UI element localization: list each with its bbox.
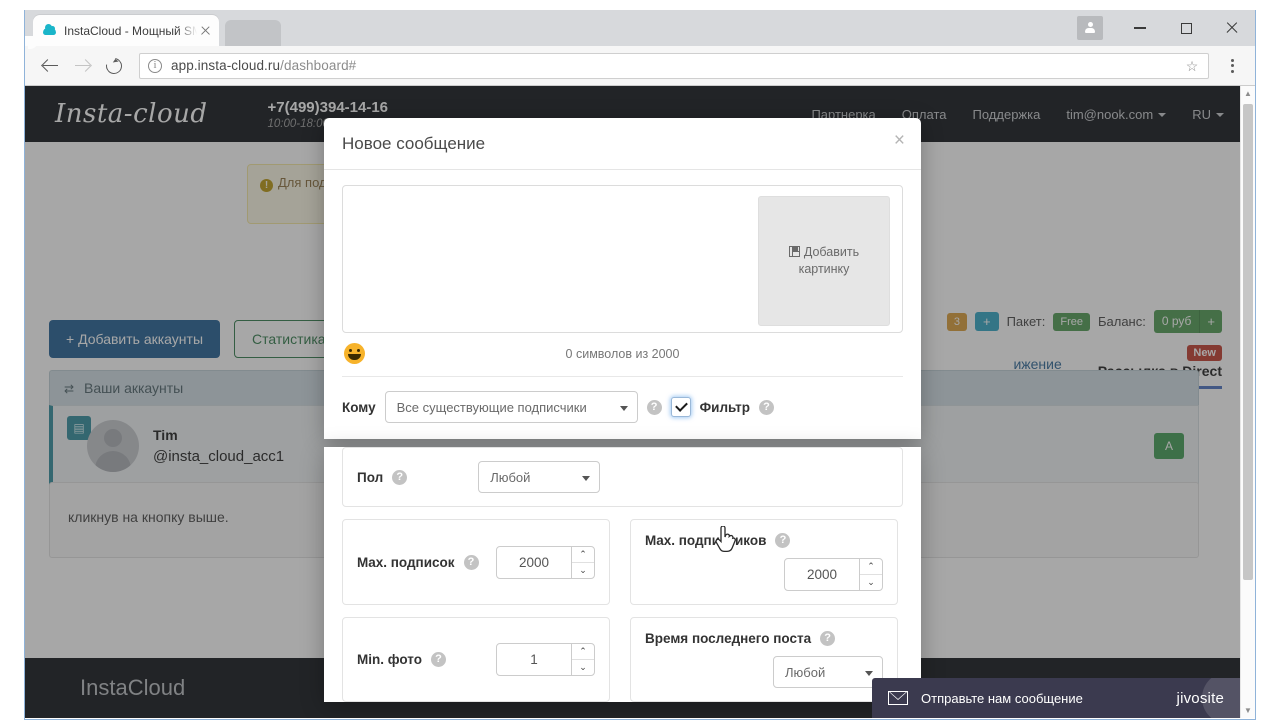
filter-checkbox[interactable] bbox=[670, 397, 691, 417]
window-close-button[interactable] bbox=[1209, 13, 1255, 43]
filter-gender-help-icon[interactable]: ? bbox=[392, 469, 408, 485]
back-button[interactable] bbox=[35, 51, 65, 81]
modal-title: Новое сообщение bbox=[342, 134, 486, 153]
modal-body: Добавить картинку 0 символов из 2000 Кому bbox=[324, 170, 921, 439]
profile-icon[interactable] bbox=[1077, 16, 1103, 40]
character-counter: 0 символов из 2000 bbox=[565, 346, 680, 361]
info-circle-icon[interactable] bbox=[148, 57, 162, 73]
compose-footer: 0 символов из 2000 bbox=[342, 333, 903, 377]
filter-max-subscribers-control: 2000 ⌃ ⌄ bbox=[645, 558, 883, 591]
filter-gender: Пол ? Любой bbox=[342, 447, 903, 507]
filter-max-subscribers-stepper[interactable]: 2000 ⌃ ⌄ bbox=[784, 558, 883, 591]
filter-min-photos-value[interactable]: 1 bbox=[497, 644, 572, 675]
browser-tab-title: InstaCloud - Мощный SM bbox=[64, 23, 197, 38]
filters-section: Пол ? Любой Max. подписок ? 2000 ⌃ ⌄ Max… bbox=[324, 447, 921, 702]
filter-max-subscribers: Max. подписчиков ? 2000 ⌃ ⌄ bbox=[630, 519, 898, 605]
browser-window: InstaCloud - Мощный SM app.insta-cloud.r… bbox=[24, 10, 1256, 720]
filter-row-gender: Пол ? Любой bbox=[342, 447, 903, 507]
modal-close-icon[interactable]: × bbox=[894, 131, 905, 150]
recipient-label: Кому bbox=[342, 399, 376, 415]
message-textarea[interactable]: Добавить картинку bbox=[342, 185, 903, 333]
filter-max-subscribers-head: Max. подписчиков ? bbox=[645, 533, 883, 548]
browser-menu-icon[interactable] bbox=[1219, 53, 1245, 79]
filter-last-post-time-head: Время последнего поста ? bbox=[645, 631, 883, 646]
browser-toolbar: app.insta-cloud.ru/dashboard# ☆ bbox=[25, 46, 1255, 86]
recipient-select[interactable]: Все существующие подписчики bbox=[384, 391, 638, 423]
filter-max-subscriptions-help-icon[interactable]: ? bbox=[463, 554, 479, 570]
stepper-up-icon[interactable]: ⌃ bbox=[860, 559, 882, 575]
add-image-button[interactable]: Добавить картинку bbox=[758, 196, 890, 326]
browser-tab-strip: InstaCloud - Мощный SM bbox=[25, 10, 1255, 46]
window-controls bbox=[1077, 10, 1255, 46]
jivosite-widget[interactable]: Отправьте нам сообщение jivosite bbox=[872, 678, 1240, 718]
filter-gender-select[interactable]: Любой bbox=[478, 461, 601, 493]
modal-header: Новое сообщение × bbox=[324, 118, 921, 170]
filter-min-photos-stepper[interactable]: 1 ⌃ ⌄ bbox=[496, 643, 595, 676]
browser-viewport: Insta-cloud +7(499)394-14-16 10:00-18:00… bbox=[25, 86, 1255, 718]
new-tab-button[interactable] bbox=[225, 20, 281, 46]
stepper-up-icon[interactable]: ⌃ bbox=[572, 644, 594, 660]
filter-max-subscriptions-stepper[interactable]: 2000 ⌃ ⌄ bbox=[496, 545, 595, 579]
filter-max-subscriptions-value[interactable]: 2000 bbox=[497, 546, 572, 578]
modal-card: Новое сообщение × Добавить картинку 0 си… bbox=[324, 118, 921, 439]
filter-min-photos-label: Min. фото bbox=[357, 652, 422, 667]
add-image-label: Добавить картинку bbox=[788, 244, 859, 278]
filter-min-photos: Min. фото ? 1 ⌃ ⌄ bbox=[342, 617, 610, 702]
jivosite-message: Отправьте нам сообщение bbox=[921, 690, 1083, 706]
filter-row-photos: Min. фото ? 1 ⌃ ⌄ Время последнего поста… bbox=[342, 617, 903, 702]
stepper-buttons: ⌃ ⌄ bbox=[860, 559, 882, 590]
mouse-cursor-icon bbox=[715, 526, 736, 553]
browser-tab[interactable]: InstaCloud - Мощный SM bbox=[25, 15, 219, 46]
filter-gender-label: Пол bbox=[357, 469, 384, 485]
cloud-icon bbox=[43, 23, 57, 38]
filter-max-subscriptions-label: Max. подписок bbox=[357, 554, 455, 570]
stepper-down-icon[interactable]: ⌄ bbox=[572, 660, 594, 675]
new-message-modal: Новое сообщение × Добавить картинку 0 си… bbox=[324, 118, 921, 714]
filter-last-post-time-control: Любой bbox=[645, 656, 883, 688]
stepper-buttons: ⌃ ⌄ bbox=[572, 547, 594, 578]
filter-last-post-time-select[interactable]: Любой bbox=[773, 656, 883, 688]
stepper-buttons: ⌃ ⌄ bbox=[572, 644, 594, 675]
desktop-background: InstaCloud - Мощный SM app.insta-cloud.r… bbox=[0, 0, 1280, 720]
filter-last-post-time-help-icon[interactable]: ? bbox=[820, 631, 836, 646]
jivosite-decoration bbox=[1202, 678, 1240, 718]
floppy-disk-icon bbox=[788, 246, 800, 257]
filter-gender-value: Любой bbox=[490, 469, 531, 485]
filter-max-subscribers-value[interactable]: 2000 bbox=[785, 559, 860, 590]
forward-button bbox=[67, 51, 97, 81]
recipient-select-value: Все существующие подписчики bbox=[396, 399, 587, 415]
stepper-down-icon[interactable]: ⌄ bbox=[860, 575, 882, 590]
scroll-down-icon[interactable]: ▼ bbox=[1241, 703, 1255, 718]
envelope-icon bbox=[888, 691, 908, 705]
filter-max-subscribers-help-icon[interactable]: ? bbox=[775, 533, 791, 548]
page-scrollbar[interactable]: ▲ ▼ bbox=[1240, 86, 1255, 718]
bookmark-star-icon[interactable]: ☆ bbox=[1184, 58, 1200, 74]
filter-label: Фильтр bbox=[699, 399, 750, 415]
filter-last-post-time-value: Любой bbox=[785, 664, 826, 680]
scroll-up-icon[interactable]: ▲ bbox=[1241, 86, 1255, 101]
stepper-up-icon[interactable]: ⌃ bbox=[572, 547, 594, 563]
close-icon[interactable] bbox=[197, 23, 213, 39]
address-bar-url: app.insta-cloud.ru/dashboard# bbox=[171, 58, 357, 73]
recipient-help-icon[interactable]: ? bbox=[646, 399, 662, 415]
scrollbar-thumb[interactable] bbox=[1243, 104, 1253, 580]
address-bar[interactable]: app.insta-cloud.ru/dashboard# ☆ bbox=[139, 52, 1209, 79]
stepper-down-icon[interactable]: ⌄ bbox=[572, 563, 594, 578]
filter-min-photos-help-icon[interactable]: ? bbox=[430, 652, 446, 667]
filter-last-post-time: Время последнего поста ? Любой bbox=[630, 617, 898, 702]
filter-help-icon[interactable]: ? bbox=[759, 399, 774, 415]
recipient-row: Кому Все существующие подписчики ? Фильт… bbox=[342, 377, 903, 439]
filter-row-subs: Max. подписок ? 2000 ⌃ ⌄ Max. подписчико… bbox=[342, 519, 903, 605]
filter-max-subscribers-label: Max. подписчиков bbox=[645, 533, 767, 548]
filter-max-subscriptions: Max. подписок ? 2000 ⌃ ⌄ bbox=[342, 519, 610, 605]
maximize-button[interactable] bbox=[1163, 13, 1209, 43]
filter-last-post-time-label: Время последнего поста bbox=[645, 631, 812, 646]
reload-button[interactable] bbox=[99, 51, 129, 81]
minimize-button[interactable] bbox=[1117, 13, 1163, 43]
